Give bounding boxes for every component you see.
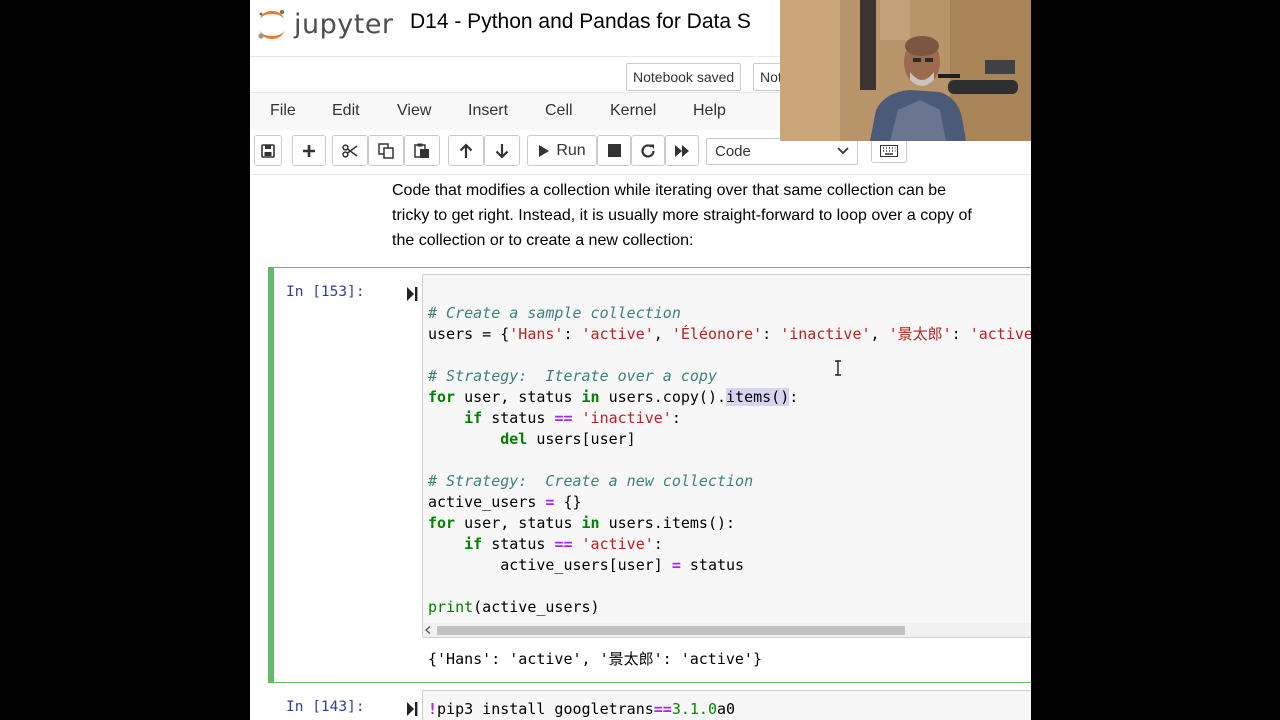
jupyter-logo[interactable]: jupyter: [256, 6, 396, 44]
fast-forward-icon: [675, 144, 689, 157]
markdown-cell[interactable]: Code that modifies a collection while it…: [392, 178, 1024, 253]
run-cell-icon[interactable]: [406, 701, 418, 717]
copy-button[interactable]: [368, 135, 404, 166]
menu-cell[interactable]: Cell: [545, 102, 573, 120]
stop-icon: [607, 144, 621, 157]
input-prompt: In [143]:: [286, 699, 365, 715]
menu-view[interactable]: View: [397, 102, 431, 120]
menu-file[interactable]: File: [270, 102, 296, 120]
logo-text: jupyter: [294, 9, 394, 40]
play-icon: [539, 144, 550, 157]
save-icon: [261, 143, 275, 158]
interrupt-button[interactable]: [597, 135, 631, 166]
run-button[interactable]: Run: [527, 135, 597, 166]
text-cursor-icon: [835, 360, 841, 376]
markdown-line: tricky to get right. Instead, it is usua…: [392, 207, 972, 224]
paste-icon: [414, 143, 429, 158]
chevron-down-icon: [837, 147, 849, 155]
run-cell-icon[interactable]: [406, 286, 418, 302]
cell-type-value: Code: [715, 143, 751, 160]
code-editor[interactable]: # Create a sample collection users = {'H…: [422, 274, 1031, 638]
save-button[interactable]: [254, 135, 282, 166]
notebook-saved-indicator: Notebook saved: [626, 63, 742, 91]
code-cell[interactable]: In [143]: !pip3 install googletrans==3.1…: [268, 688, 1031, 720]
copy-icon: [378, 142, 394, 159]
cut-button[interactable]: [332, 135, 368, 166]
markdown-line: Code that modifies a collection while it…: [392, 182, 947, 199]
arrow-up-icon: [459, 142, 473, 158]
insert-cell-button[interactable]: [292, 135, 326, 166]
scrollbar-thumb[interactable]: [437, 626, 905, 635]
restart-run-all-button[interactable]: [665, 135, 699, 166]
code-editor[interactable]: !pip3 install googletrans==3.1.0a0: [422, 690, 1031, 720]
move-down-button[interactable]: [484, 135, 520, 166]
restart-button[interactable]: [631, 135, 665, 166]
plus-icon: [303, 144, 315, 157]
markdown-line: the collection or to create a new collec…: [392, 232, 694, 249]
menu-edit[interactable]: Edit: [332, 102, 360, 120]
keyboard-icon: [880, 145, 898, 157]
notebook-title[interactable]: D14 - Python and Pandas for Data S: [410, 10, 751, 34]
jupyter-logo-icon: [258, 9, 285, 39]
move-up-button[interactable]: [448, 135, 484, 166]
webcam-overlay: [780, 0, 1031, 141]
arrow-down-icon: [495, 143, 509, 159]
command-palette-button[interactable]: [871, 139, 907, 163]
presenter-video-image: [780, 0, 1031, 141]
input-prompt: In [153]:: [286, 284, 365, 300]
restart-icon: [641, 143, 655, 157]
cell-output: {'Hans': 'active', '景太郎': 'active'}: [428, 650, 762, 668]
menu-help[interactable]: Help: [693, 102, 726, 120]
code-cell-selected[interactable]: In [153]: # Create a sample collection u…: [268, 267, 1031, 683]
cell-type-select[interactable]: Code: [706, 138, 858, 165]
run-label: Run: [556, 141, 586, 159]
horizontal-scrollbar[interactable]: [423, 623, 1031, 637]
code-text: # Create a sample collection users = {'H…: [428, 304, 1031, 616]
paste-button[interactable]: [404, 135, 440, 166]
scissors-icon: [342, 143, 358, 158]
menu-kernel[interactable]: Kernel: [610, 102, 656, 120]
menu-insert[interactable]: Insert: [468, 102, 508, 120]
scroll-left-icon[interactable]: [425, 626, 431, 634]
